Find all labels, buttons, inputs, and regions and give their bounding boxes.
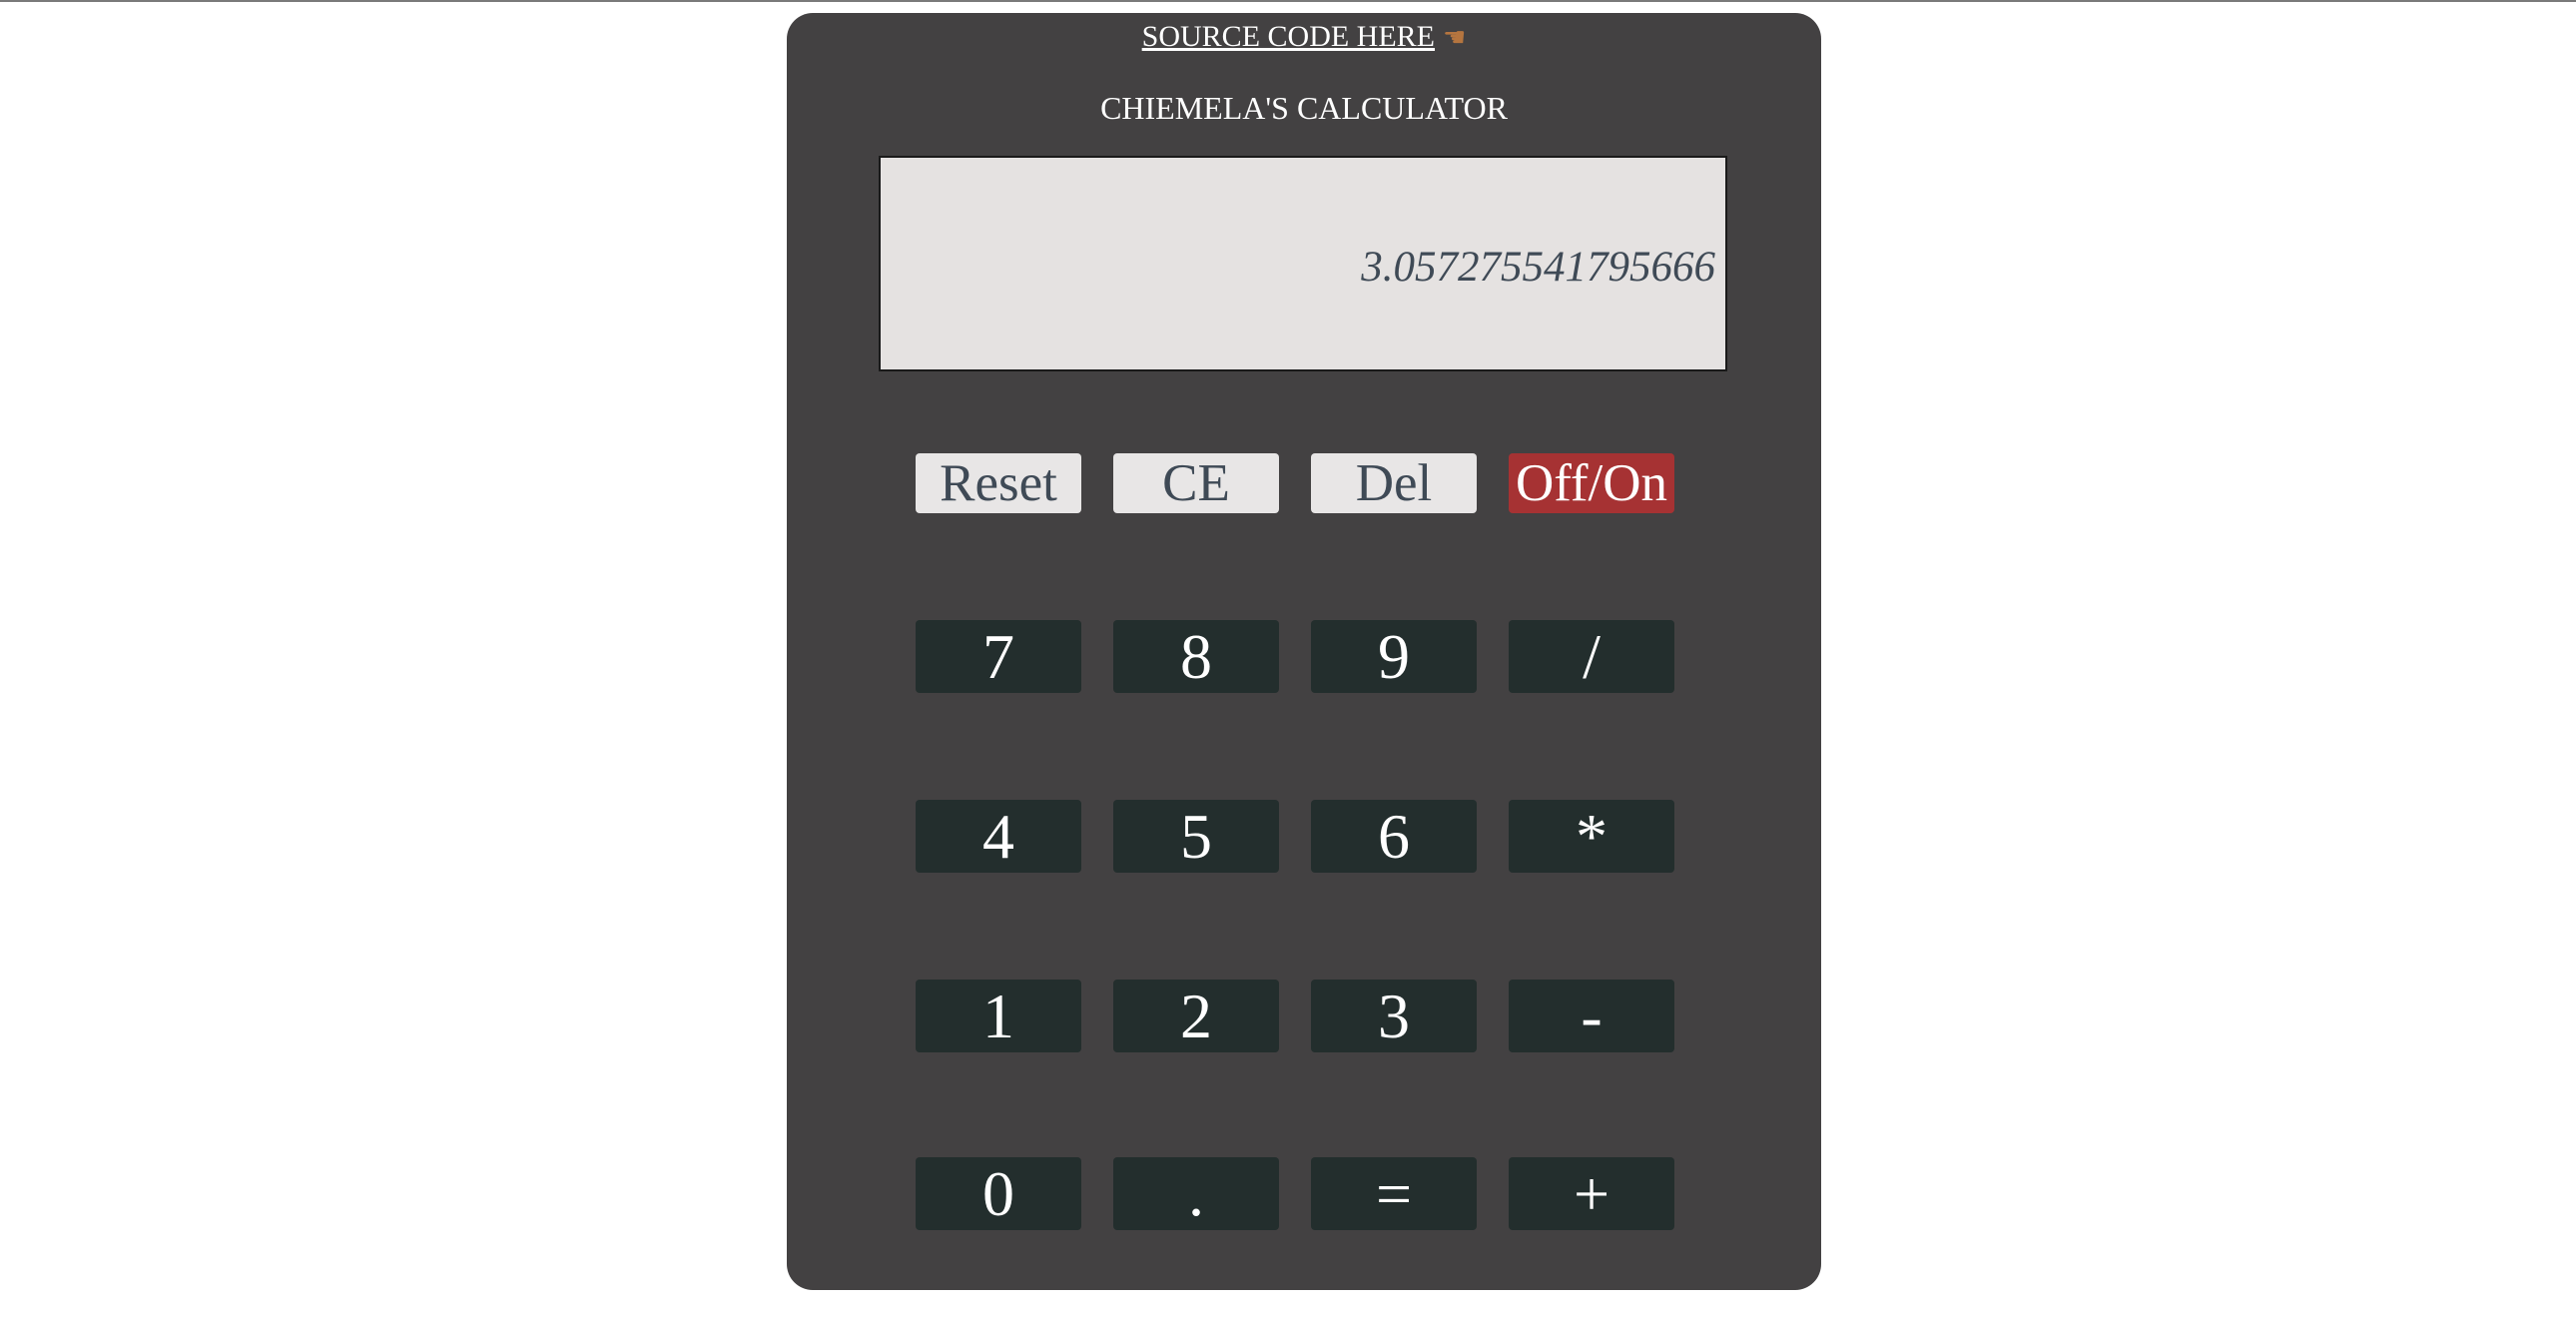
key-subtract[interactable]: - [1509, 980, 1674, 1052]
key-7[interactable]: 7 [916, 620, 1081, 693]
key-0[interactable]: 0 [916, 1157, 1081, 1230]
key-6[interactable]: 6 [1311, 800, 1477, 873]
delete-button[interactable]: Del [1311, 453, 1477, 513]
pointing-hand-icon: ☚ [1443, 23, 1467, 53]
display-value: 3.057275541795666 [1361, 244, 1715, 291]
reset-button[interactable]: Reset [916, 453, 1081, 513]
key-4[interactable]: 4 [916, 800, 1081, 873]
key-equals[interactable]: = [1311, 1157, 1477, 1230]
key-divide[interactable]: / [1509, 620, 1674, 693]
source-code-link-label: SOURCE CODE HERE [1141, 20, 1436, 53]
power-toggle-button[interactable]: Off/On [1509, 453, 1674, 513]
calculator-display: 3.057275541795666 [879, 156, 1727, 371]
key-3[interactable]: 3 [1311, 980, 1477, 1052]
source-code-link[interactable]: SOURCE CODE HERE ☚ [787, 17, 1821, 58]
key-multiply[interactable]: * [1509, 800, 1674, 873]
calculator-title: CHIEMELA'S CALCULATOR [1100, 90, 1508, 126]
key-1[interactable]: 1 [916, 980, 1081, 1052]
clear-entry-button[interactable]: CE [1113, 453, 1279, 513]
key-9[interactable]: 9 [1311, 620, 1477, 693]
top-border [0, 0, 2576, 2]
key-2[interactable]: 2 [1113, 980, 1279, 1052]
key-decimal[interactable]: . [1113, 1157, 1279, 1230]
calculator-body: SOURCE CODE HERE ☚ CHIEMELA'S CALCULATOR … [787, 13, 1821, 1290]
key-8[interactable]: 8 [1113, 620, 1279, 693]
key-5[interactable]: 5 [1113, 800, 1279, 873]
key-add[interactable]: + [1509, 1157, 1674, 1230]
